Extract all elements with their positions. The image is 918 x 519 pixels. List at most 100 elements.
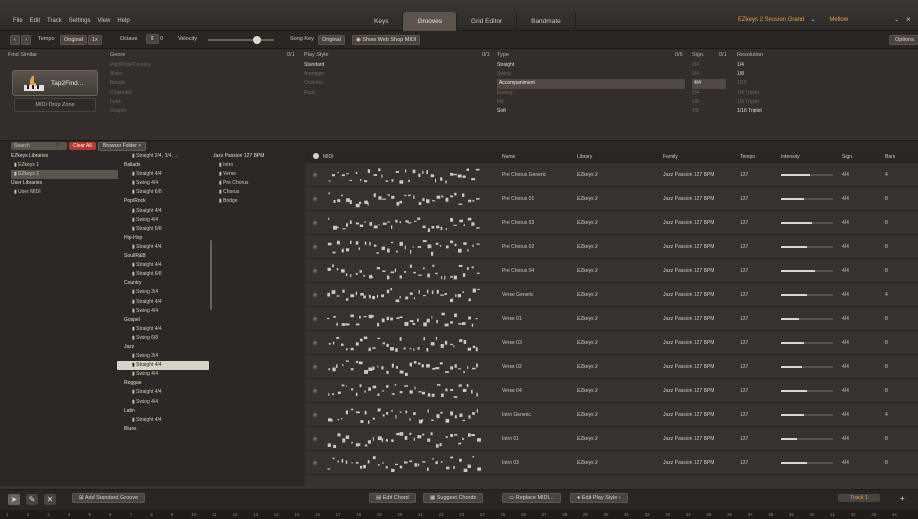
preset-selector[interactable]: EZkeys 2 Session Grand ⌄ Mellow ⌄ [738, 16, 899, 24]
sign-item[interactable]: 4/4 [692, 79, 726, 89]
tree-folder[interactable]: ▮ Straight 6/8 [117, 270, 211, 279]
midi-preview[interactable] [323, 286, 483, 304]
prev-arrow-icon[interactable]: ‹ [10, 35, 20, 45]
groove-row[interactable]: Verse Generic EZkeys 2 Jazz Passion 127 BP… [305, 283, 918, 307]
tree-folder[interactable]: ▮ Straight 2/4, 3/4, ... [117, 152, 211, 161]
sign-item[interactable]: 6/8 [692, 98, 726, 107]
sign-item[interactable]: 2/4 [692, 61, 726, 70]
col-midi[interactable]: MIDI [323, 154, 334, 160]
velocity-slider[interactable] [208, 36, 274, 44]
tempo-value[interactable]: Original [60, 35, 87, 45]
type-item[interactable]: Swing [497, 70, 685, 79]
tree-folder[interactable]: ▮ Swing 6/8 [117, 334, 211, 343]
options-button[interactable]: Options [889, 35, 918, 45]
part-item[interactable]: ▮ Verse [213, 170, 264, 179]
play-icon[interactable] [313, 389, 317, 393]
library-item[interactable]: ▮ EZkeys 2 [11, 170, 118, 179]
tempo-multiplier[interactable]: 1x [88, 35, 102, 45]
play-icon[interactable] [313, 317, 317, 321]
style-preset[interactable]: Mellow [829, 17, 848, 23]
genre-item[interactable]: Cinematic [110, 89, 290, 98]
tree-folder[interactable]: ▮ Straight 4/4 [117, 243, 211, 252]
groove-row[interactable]: Pre Chorus 04 EZkeys 2 Jazz Passion 127 BP… [305, 259, 918, 283]
edit-chord-button[interactable]: ▤ Edit Chord [369, 493, 416, 503]
tap2find-button[interactable]: Tap2Find... [12, 70, 98, 96]
tree-group[interactable]: Latin [117, 407, 211, 416]
sign-item[interactable]: 5/4 [692, 89, 726, 98]
play-icon[interactable] [313, 461, 317, 465]
user-library-item[interactable]: ▮ User MIDI [11, 188, 118, 197]
midi-preview[interactable] [323, 358, 483, 376]
tree-folder[interactable]: ▮ Straight 6/8 [117, 225, 211, 234]
type-item[interactable]: Fill [497, 98, 685, 107]
track-selector[interactable]: Track 1 [838, 494, 881, 502]
resolution-item[interactable]: 1/8 Triplet [737, 98, 907, 107]
groove-row[interactable]: Pre Chorus 03 EZkeys 2 Jazz Passion 127 BP… [305, 211, 918, 235]
play-all-icon[interactable] [313, 153, 319, 159]
genre-item[interactable]: Pop/Rock/Country [110, 61, 290, 70]
tab-bandmate[interactable]: Bandmate [517, 12, 576, 31]
play-icon[interactable] [313, 413, 317, 417]
menu-item-help[interactable]: Help [117, 18, 129, 24]
midi-preview[interactable] [323, 454, 483, 472]
type-item[interactable]: Soft [497, 107, 685, 116]
clear-all-button[interactable]: Clear All [69, 142, 96, 150]
play-icon[interactable] [313, 197, 317, 201]
tree-folder[interactable]: ▮ Straight 4/4 [117, 325, 211, 334]
play-icon[interactable] [313, 221, 317, 225]
part-item[interactable]: ▮ Chorus [213, 188, 264, 197]
resolution-item[interactable]: 1/4 [737, 61, 907, 70]
midi-preview[interactable] [323, 310, 483, 328]
midi-preview[interactable] [323, 430, 483, 448]
tempo-mult-value[interactable]: 1x [88, 35, 102, 45]
menu-item-file[interactable]: File [13, 18, 23, 24]
chevron-down-icon[interactable]: ⌄ [810, 16, 815, 23]
tree-group[interactable]: Blues [117, 425, 211, 434]
tree-folder[interactable]: ▮ Straight 4/4 [117, 170, 211, 179]
tree-folder[interactable]: ▮ Straight 4/4 [117, 388, 211, 397]
tree-group[interactable]: Soul/R&B [117, 252, 211, 261]
tree-group[interactable]: Ballads [117, 161, 211, 170]
resolution-item[interactable]: 1/4 Triplet [737, 89, 907, 98]
browser-folder-button[interactable]: Browser Folder × [98, 142, 147, 151]
songkey-value[interactable]: Original [318, 35, 345, 45]
menu-item-edit[interactable]: Edit [30, 18, 40, 24]
tree-folder[interactable]: ▮ Straight 4/4 [117, 298, 211, 307]
midi-preview[interactable] [323, 214, 483, 232]
groove-row[interactable]: Pre Chorus 02 EZkeys 2 Jazz Passion 127 BP… [305, 235, 918, 259]
tree-group[interactable]: Jazz [117, 343, 211, 352]
play-icon[interactable] [313, 293, 317, 297]
webshop-toggle[interactable]: ◉ Show Web Shop MIDI [352, 35, 421, 45]
genre-item[interactable]: Blues [110, 70, 290, 79]
play-icon[interactable] [313, 245, 317, 249]
playstyle-item[interactable]: Ostinato [304, 79, 484, 88]
tree-scrollbar[interactable] [210, 240, 212, 310]
groove-row[interactable]: Verse 02 EZkeys 2 Jazz Passion 127 BPM 127 4… [305, 355, 918, 379]
timeline-ruler[interactable]: 1 2 3 4 5 6 7 8 9 10 11 12 13 14 15 16 17 18 19 20 21 22 23 24 2… [0, 510, 918, 519]
resolution-item[interactable]: 1/16 [737, 79, 907, 88]
tree-folder[interactable]: ▮ Straight 4/4 [117, 416, 211, 425]
resolution-item[interactable]: 1/16 Triplet [737, 107, 907, 116]
type-item[interactable]: Ending [497, 89, 685, 98]
col-tempo[interactable]: Tempo [740, 154, 755, 160]
play-icon[interactable] [313, 269, 317, 273]
tree-group[interactable]: Reggae [117, 379, 211, 388]
instrument-preset[interactable]: EZkeys 2 Session Grand [738, 17, 804, 23]
search-icon[interactable]: ⌕ [56, 142, 59, 149]
chevron-down-icon[interactable]: ⌄ [894, 16, 899, 23]
tree-folder[interactable]: ▮ Swing 4/4 [117, 370, 211, 379]
replace-midi-button[interactable]: ▭ Replace MIDI... [502, 493, 561, 503]
col-name[interactable]: Name [502, 154, 515, 160]
play-icon[interactable] [313, 173, 317, 177]
menu-item-track[interactable]: Track [47, 18, 62, 24]
sign-item[interactable]: 3/4 [692, 70, 726, 79]
midi-preview[interactable] [323, 190, 483, 208]
part-item[interactable]: ▮ Bridge [213, 197, 264, 206]
tab-grid-editor[interactable]: Grid Editor [457, 12, 518, 31]
play-icon[interactable] [313, 437, 317, 441]
edit-play-style-button[interactable]: ● Edit Play Style › [570, 493, 628, 503]
tab-keys[interactable]: Keys [360, 12, 404, 31]
velocity-knob[interactable] [253, 36, 261, 44]
groove-row[interactable]: Verse 03 EZkeys 2 Jazz Passion 127 BPM 127 4… [305, 331, 918, 355]
col-library[interactable]: Library [577, 154, 592, 160]
